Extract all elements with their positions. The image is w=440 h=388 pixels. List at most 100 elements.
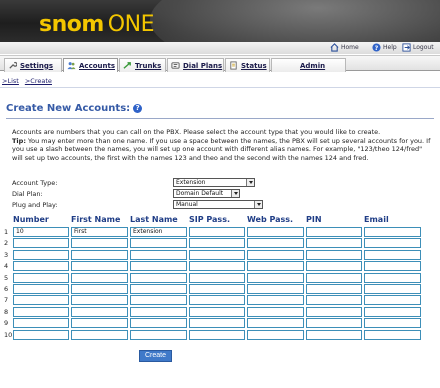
web-pass-input[interactable]: [247, 249, 304, 260]
email-input[interactable]: [364, 249, 421, 260]
email-input[interactable]: [364, 284, 421, 294]
number-input[interactable]: [13, 272, 69, 283]
web-pass-input[interactable]: [247, 272, 304, 283]
first-name-input[interactable]: [71, 261, 128, 272]
number-input[interactable]: [13, 295, 69, 306]
web-pass-input[interactable]: [247, 227, 304, 237]
plug-and-play-select[interactable]: Manual: [173, 200, 263, 209]
web-pass-input[interactable]: [247, 284, 304, 294]
sip-pass-input[interactable]: [189, 238, 245, 249]
help-label: Help: [383, 44, 397, 51]
pin-input[interactable]: [306, 284, 362, 294]
email-input[interactable]: [364, 295, 421, 306]
email-input[interactable]: [364, 227, 421, 237]
first-name-input[interactable]: [71, 238, 128, 249]
tab-settings[interactable]: Settings: [4, 58, 62, 72]
tab-trunks[interactable]: Trunks: [119, 58, 166, 72]
number-input[interactable]: [13, 318, 69, 329]
column-header-last-name: Last Name: [130, 215, 178, 224]
first-name-input[interactable]: [71, 318, 128, 329]
last-name-input[interactable]: Extension: [130, 227, 187, 237]
help-link[interactable]: ? Help: [372, 43, 397, 52]
last-name-input[interactable]: [130, 284, 187, 294]
logout-label: Logout: [413, 44, 434, 51]
sip-pass-input[interactable]: [189, 261, 245, 272]
number-input[interactable]: [13, 238, 69, 249]
first-name-input[interactable]: [71, 272, 128, 283]
number-input[interactable]: [13, 329, 69, 340]
email-input[interactable]: [364, 261, 421, 272]
row-number: 3: [4, 250, 9, 259]
first-name-input[interactable]: [71, 306, 128, 317]
logout-link[interactable]: Logout: [402, 43, 434, 52]
first-name-input[interactable]: First: [71, 227, 128, 237]
last-name-input[interactable]: [130, 329, 187, 340]
sip-pass-input[interactable]: [189, 249, 245, 260]
main-tabs: Settings Accounts Trunks Dial Plans Stat…: [0, 55, 440, 72]
dial-plan-select[interactable]: Domain Default: [173, 189, 240, 198]
pin-input[interactable]: [306, 261, 362, 272]
web-pass-input[interactable]: [247, 261, 304, 272]
last-name-input[interactable]: [130, 295, 187, 306]
tab-dial-plans[interactable]: Dial Plans: [167, 58, 224, 72]
sip-pass-input[interactable]: [189, 306, 245, 317]
last-name-input[interactable]: [130, 272, 187, 283]
web-pass-input[interactable]: [247, 329, 304, 340]
tab-admin[interactable]: Admin: [271, 58, 346, 72]
tab-status[interactable]: Status: [225, 58, 270, 72]
pin-input[interactable]: [306, 329, 362, 340]
sip-pass-input[interactable]: [189, 227, 245, 237]
number-input[interactable]: [13, 261, 69, 272]
help-icon[interactable]: ?: [133, 104, 143, 113]
email-input[interactable]: [364, 238, 421, 249]
last-name-input[interactable]: [130, 306, 187, 317]
sip-pass-input[interactable]: [189, 272, 245, 283]
pin-input[interactable]: [306, 238, 362, 249]
account-type-value: Extension: [176, 179, 206, 186]
row-number: 5: [4, 273, 9, 282]
tab-accounts[interactable]: Accounts: [63, 58, 118, 72]
pin-input[interactable]: [306, 306, 362, 317]
subnav-list-link[interactable]: >List: [2, 77, 19, 87]
first-name-input[interactable]: [71, 249, 128, 260]
pin-input[interactable]: [306, 272, 362, 283]
svg-text:?: ?: [375, 45, 379, 52]
number-input[interactable]: [13, 284, 69, 294]
first-name-input[interactable]: [71, 284, 128, 294]
account-type-select[interactable]: Extension: [173, 178, 255, 187]
last-name-input[interactable]: [130, 318, 187, 329]
sip-pass-input[interactable]: [189, 295, 245, 306]
pin-input[interactable]: [306, 227, 362, 237]
last-name-input[interactable]: [130, 261, 187, 272]
web-pass-input[interactable]: [247, 318, 304, 329]
first-name-input[interactable]: [71, 295, 128, 306]
pin-input[interactable]: [306, 249, 362, 260]
home-link[interactable]: Home: [330, 43, 359, 52]
number-input[interactable]: [13, 249, 69, 260]
email-input[interactable]: [364, 272, 421, 283]
web-pass-input[interactable]: [247, 238, 304, 249]
email-input[interactable]: [364, 306, 421, 317]
email-input[interactable]: [364, 318, 421, 329]
last-name-input[interactable]: [130, 249, 187, 260]
number-input[interactable]: [13, 306, 69, 317]
row-number: 8: [4, 307, 9, 316]
first-name-input[interactable]: [71, 329, 128, 340]
create-button[interactable]: Create: [139, 350, 172, 362]
web-pass-input[interactable]: [247, 295, 304, 306]
sip-pass-input[interactable]: [189, 318, 245, 329]
plug-and-play-value: Manual: [176, 201, 198, 208]
subnav-create-link[interactable]: >Create: [25, 77, 52, 87]
pin-input[interactable]: [306, 318, 362, 329]
number-input[interactable]: 10: [13, 227, 69, 237]
tip-text: You may enter more than one name. If you…: [12, 136, 431, 162]
last-name-input[interactable]: [130, 238, 187, 249]
app-header: snom ONE: [0, 0, 440, 42]
email-input[interactable]: [364, 329, 421, 340]
sip-pass-input[interactable]: [189, 284, 245, 294]
header-swoosh: [150, 0, 440, 42]
tab-accounts-label: Accounts: [79, 61, 116, 70]
pin-input[interactable]: [306, 295, 362, 306]
web-pass-input[interactable]: [247, 306, 304, 317]
sip-pass-input[interactable]: [189, 329, 245, 340]
